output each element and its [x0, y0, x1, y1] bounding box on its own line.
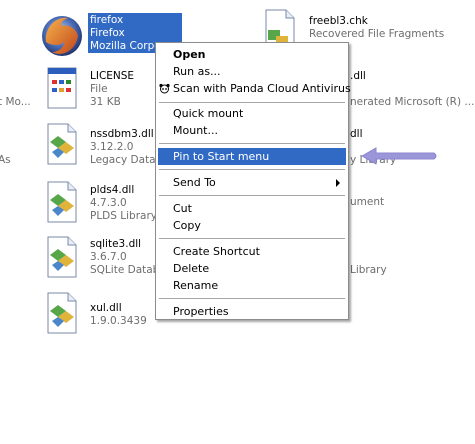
dll-file-icon[interactable]: [44, 122, 80, 166]
license-name[interactable]: LICENSE: [90, 70, 134, 83]
menu-item-properties-label: Properties: [173, 305, 229, 318]
firefox-company: Mozilla Corpo: [90, 40, 161, 52]
menu-item-mount[interactable]: Mount...: [158, 122, 346, 139]
annotation-arrow-icon: [360, 147, 437, 165]
plds4-desc: PLDS Library: [90, 210, 157, 222]
sqlite3-version: 3.6.7.0: [90, 251, 127, 263]
firefox-icon[interactable]: [38, 12, 86, 60]
menu-item-send-to-label: Send To: [173, 176, 216, 189]
license-type: File: [90, 83, 108, 95]
firefox-name: firefox: [90, 14, 124, 26]
partial-right-desc-3: ument: [350, 196, 385, 208]
nssdbm3-name[interactable]: nssdbm3.dll: [90, 128, 154, 141]
menu-item-quick-mount[interactable]: Quick mount: [158, 105, 346, 122]
menu-item-copy-label: Copy: [173, 219, 201, 232]
firefox-type: Firefox: [90, 27, 125, 39]
menu-separator: [159, 102, 345, 103]
menu-item-create-shortcut-label: Create Shortcut: [173, 245, 260, 258]
menu-item-open-label: Open: [173, 48, 206, 61]
sqlite3-name[interactable]: sqlite3.dll: [90, 238, 141, 251]
menu-item-delete[interactable]: Delete: [158, 260, 346, 277]
submenu-arrow-icon: [336, 179, 340, 187]
menu-item-quick-mount-label: Quick mount: [173, 107, 244, 120]
menu-item-pin-label: Pin to Start menu: [173, 150, 270, 163]
menu-item-send-to[interactable]: Send To: [158, 174, 346, 191]
explorer-file-pane: firefox Firefox Mozilla Corpo freebl3.ch…: [0, 0, 475, 444]
dll-file-icon[interactable]: [44, 291, 80, 335]
menu-item-properties[interactable]: Properties: [158, 303, 346, 320]
menu-item-pin-to-start[interactable]: Pin to Start menu: [158, 148, 346, 165]
dll-file-icon[interactable]: [44, 235, 80, 279]
xul-version: 1.9.0.3439: [90, 315, 147, 327]
menu-item-delete-label: Delete: [173, 262, 210, 275]
menu-separator: [159, 143, 345, 144]
license-size: 31 KB: [90, 96, 121, 108]
partial-right-dll-name-2: dll: [350, 128, 363, 140]
plds4-version: 4.7.3.0: [90, 197, 127, 209]
nssdbm3-version: 3.12.2.0: [90, 141, 134, 153]
menu-separator: [159, 298, 345, 299]
panda-icon: [159, 83, 170, 94]
menu-item-open[interactable]: Open: [158, 46, 346, 63]
partial-left-text-1: t Mo...: [0, 96, 31, 108]
menu-item-run-as-label: Run as...: [173, 65, 221, 78]
menu-item-mount-label: Mount...: [173, 124, 218, 137]
xul-name[interactable]: xul.dll: [90, 302, 122, 315]
menu-item-scan-panda[interactable]: Scan with Panda Cloud Antivirus: [158, 80, 351, 97]
plds4-name[interactable]: plds4.dll: [90, 184, 134, 197]
menu-item-create-shortcut[interactable]: Create Shortcut: [158, 243, 346, 260]
menu-separator: [159, 195, 345, 196]
menu-item-copy[interactable]: Copy: [158, 217, 346, 234]
menu-separator: [159, 169, 345, 170]
menu-item-run-as[interactable]: Run as...: [158, 63, 346, 80]
freebl3-name[interactable]: freebl3.chk: [309, 15, 368, 28]
menu-separator: [159, 238, 345, 239]
sqlite3-desc: SQLite Datab: [90, 264, 160, 276]
menu-item-cut-label: Cut: [173, 202, 192, 215]
dll-file-icon[interactable]: [44, 180, 80, 224]
partial-right-desc-1: nerated Microsoft (R) ...: [350, 96, 475, 108]
menu-item-scan-label: Scan with Panda Cloud Antivirus: [173, 82, 351, 95]
menu-item-rename[interactable]: Rename: [158, 277, 346, 294]
partial-right-desc-4: Library: [350, 264, 387, 276]
license-file-icon[interactable]: [44, 66, 80, 110]
nssdbm3-desc: Legacy Datab: [90, 154, 163, 166]
menu-item-rename-label: Rename: [173, 279, 219, 292]
context-menu: Open Run as... Scan with Panda Cloud Ant…: [155, 42, 351, 320]
freebl3-type: Recovered File Fragments: [309, 28, 445, 40]
menu-item-cut[interactable]: Cut: [158, 200, 346, 217]
partial-right-dll-name: .dll: [350, 70, 366, 82]
partial-left-text-2: As: [0, 154, 11, 166]
